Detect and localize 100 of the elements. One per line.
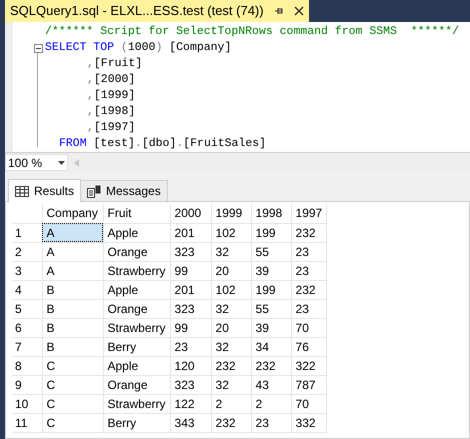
table-cell[interactable]: Strawberry [103, 261, 170, 280]
table-cell[interactable]: 2 [251, 394, 292, 413]
table-cell[interactable]: 201 [170, 223, 212, 242]
table-cell[interactable]: 20 [211, 261, 252, 280]
code-line: ,[1998] [87, 104, 136, 120]
table-cell[interactable]: 199 [251, 223, 292, 242]
table-cell[interactable]: A [42, 242, 103, 261]
table-cell[interactable]: 32 [211, 299, 252, 318]
table-cell[interactable]: 787 [291, 375, 327, 394]
table-cell[interactable]: 102 [211, 223, 252, 242]
table-cell[interactable]: 323 [170, 375, 212, 394]
row-number: 2 [12, 242, 42, 261]
code-line: ,[1997] [87, 120, 136, 136]
table-cell[interactable]: 232 [211, 356, 252, 375]
table-cell[interactable]: C [42, 394, 103, 413]
table-cell[interactable]: 120 [170, 356, 212, 375]
table-cell[interactable]: 32 [211, 242, 252, 261]
table-cell[interactable]: B [42, 280, 103, 299]
code-line: /****** Script for SelectTopNRows command from SSMS ******/ [45, 24, 460, 40]
table-cell[interactable]: 232 [291, 280, 327, 299]
table-cell[interactable]: 32 [211, 337, 252, 356]
table-cell[interactable]: Apple [103, 280, 170, 299]
table-cell[interactable]: A [42, 223, 103, 242]
table-cell[interactable]: 232 [251, 356, 292, 375]
close-icon[interactable] [294, 6, 304, 16]
table-cell[interactable]: 34 [251, 337, 292, 356]
table-cell[interactable]: C [42, 356, 103, 375]
row-number: 9 [12, 375, 42, 394]
table-cell[interactable]: Strawberry [103, 394, 170, 413]
table-cell[interactable]: 99 [170, 318, 212, 337]
table-cell[interactable]: 232 [291, 223, 327, 242]
document-tab[interactable]: SQLQuery1.sql - ELXL...ESS.test (test (74)) [5, 0, 309, 22]
table-cell[interactable]: 323 [170, 242, 212, 261]
table-cell[interactable]: 55 [251, 242, 292, 261]
row-number: 8 [12, 356, 42, 375]
table-cell[interactable]: A [42, 261, 103, 280]
table-cell[interactable]: 122 [170, 394, 212, 413]
table-cell[interactable]: Strawberry [103, 318, 170, 337]
row-number: 7 [12, 337, 42, 356]
code-line: ,[1999] [87, 88, 136, 104]
table-cell[interactable]: 23 [291, 261, 327, 280]
table-cell[interactable]: B [42, 337, 103, 356]
code-line: ,[2000] [87, 72, 136, 88]
row-number: 11 [12, 413, 42, 432]
table-cell[interactable]: C [42, 375, 103, 394]
table-cell[interactable]: 39 [251, 318, 292, 337]
table-cell[interactable]: Orange [103, 242, 170, 261]
table-cell[interactable]: 2 [211, 394, 252, 413]
code-line: SELECT TOP (1000) [Company] [45, 40, 232, 56]
table-cell[interactable]: Berry [103, 413, 170, 432]
table-cell[interactable]: 23 [170, 337, 212, 356]
table-cell[interactable]: 332 [291, 413, 327, 432]
results-tab[interactable]: Results [8, 179, 82, 202]
column-header[interactable]: 1999 [211, 204, 252, 223]
table-cell[interactable]: Orange [103, 375, 170, 394]
tab-title: SQLQuery1.sql - ELXL...ESS.test (test (74)) [10, 2, 264, 20]
table-cell[interactable]: 70 [291, 318, 327, 337]
grid-icon [15, 186, 29, 196]
table-cell[interactable]: Orange [103, 299, 170, 318]
table-cell[interactable]: 343 [170, 413, 212, 432]
column-header[interactable]: 1998 [251, 204, 292, 223]
messages-tab[interactable]: Messages [81, 180, 168, 201]
row-number: 4 [12, 280, 42, 299]
table-cell[interactable]: 43 [251, 375, 292, 394]
table-cell[interactable]: 55 [251, 299, 292, 318]
table-cell[interactable]: 322 [291, 356, 327, 375]
table-cell[interactable]: C [42, 413, 103, 432]
table-cell[interactable]: 76 [291, 337, 327, 356]
table-cell[interactable]: 99 [170, 261, 212, 280]
table-cell[interactable]: Apple [103, 356, 170, 375]
table-cell[interactable]: 232 [211, 413, 252, 432]
row-number: 6 [12, 318, 42, 337]
table-cell[interactable]: 39 [251, 261, 292, 280]
table-cell[interactable]: 23 [291, 242, 327, 261]
row-number: 3 [12, 261, 42, 280]
row-number: 5 [12, 299, 42, 318]
column-header[interactable]: 1997 [291, 204, 327, 223]
caret-icon [58, 160, 65, 164]
table-cell[interactable]: B [42, 299, 103, 318]
table-cell[interactable]: 102 [211, 280, 252, 299]
row-number: 10 [12, 394, 42, 413]
pin-icon[interactable] [274, 6, 284, 16]
table-cell[interactable]: B [42, 318, 103, 337]
table-cell[interactable]: 201 [170, 280, 212, 299]
table-cell[interactable]: 32 [211, 375, 252, 394]
collapse-icon[interactable] [34, 44, 42, 52]
table-cell[interactable]: Apple [103, 223, 170, 242]
code-line: FROM [test].[dbo].[FruitSales] [59, 136, 266, 152]
table-cell[interactable]: Berry [103, 337, 170, 356]
document-icon [87, 184, 102, 198]
table-cell[interactable]: 20 [211, 318, 252, 337]
zoom-dropdown[interactable]: 100 % [5, 154, 68, 171]
table-cell[interactable]: 23 [251, 413, 292, 432]
table-cell[interactable]: 199 [251, 280, 292, 299]
column-header[interactable]: Fruit [103, 204, 170, 223]
table-cell[interactable]: 23 [291, 299, 327, 318]
column-header[interactable]: 2000 [170, 204, 212, 223]
code-line: ,[Fruit] [87, 56, 142, 72]
table-cell[interactable]: 323 [170, 299, 212, 318]
table-cell[interactable]: 70 [291, 394, 327, 413]
